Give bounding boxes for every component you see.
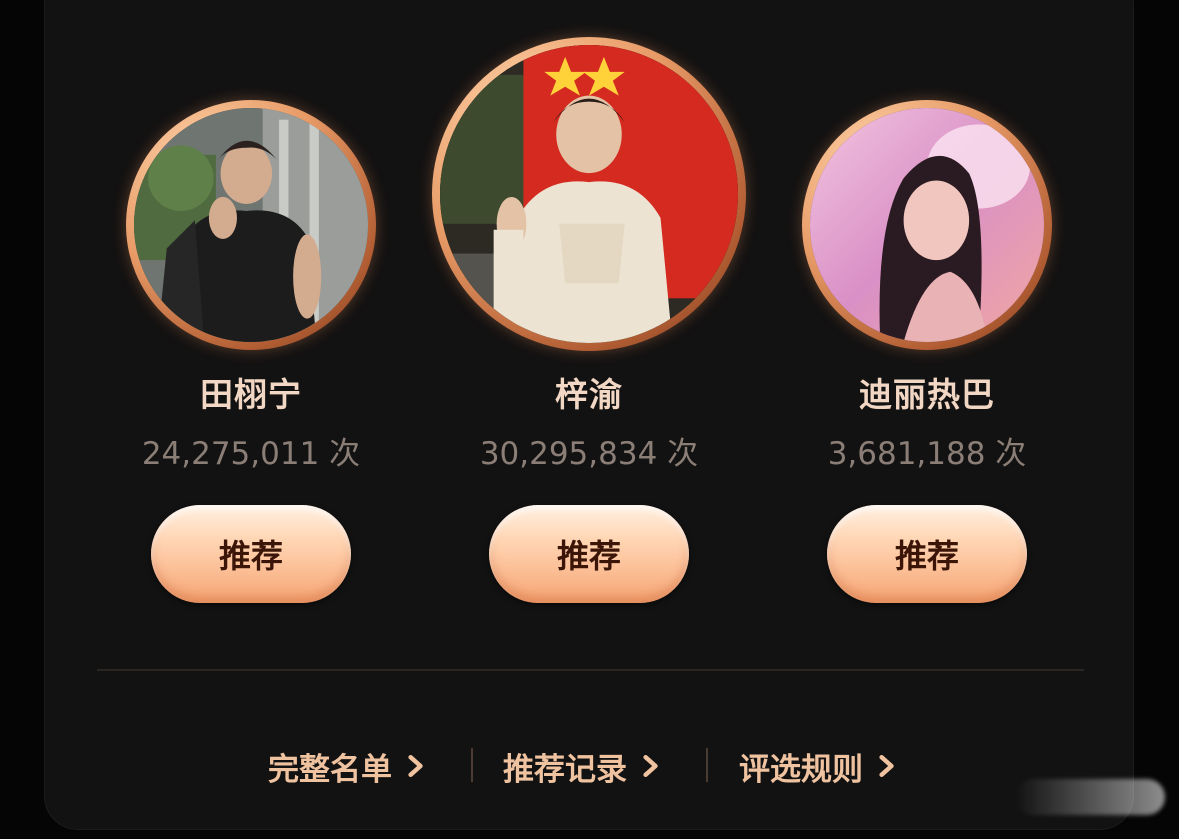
rules-label: 评选规则 bbox=[739, 751, 863, 788]
recommend-button-3[interactable]: 推荐 bbox=[827, 505, 1027, 603]
watermark-overlay bbox=[1015, 779, 1165, 815]
nominee-name-2: 梓渝 bbox=[555, 375, 623, 414]
recommend-history-label: 推荐记录 bbox=[503, 751, 627, 788]
full-list-link[interactable]: 完整名单 bbox=[268, 740, 426, 792]
footer-separator-2 bbox=[706, 748, 708, 782]
avatar-2[interactable] bbox=[432, 37, 746, 351]
avatar-1[interactable] bbox=[126, 100, 376, 350]
footer-separator-1 bbox=[471, 748, 473, 782]
nominee-count-2: 30,295,834 次 bbox=[479, 436, 699, 472]
avatar-image-2 bbox=[440, 45, 738, 343]
full-list-label: 完整名单 bbox=[268, 751, 392, 788]
nominee-count-1: 24,275,011 次 bbox=[141, 436, 361, 472]
avatar-photo-2 bbox=[440, 45, 738, 343]
nominee-name-1: 田栩宁 bbox=[200, 375, 302, 414]
nominee-card-1: 田栩宁 24,275,011 次 推荐 bbox=[91, 0, 411, 620]
nominee-card-2: 梓渝 30,295,834 次 推荐 bbox=[429, 0, 749, 620]
nominee-card-3: 迪丽热巴 3,681,188 次 推荐 bbox=[767, 0, 1087, 620]
recommend-button-1[interactable]: 推荐 bbox=[151, 505, 351, 603]
avatar-photo-1 bbox=[134, 108, 368, 342]
chevron-right-icon bbox=[408, 755, 423, 777]
chevron-right-icon bbox=[879, 755, 894, 777]
recommend-button-2[interactable]: 推荐 bbox=[489, 505, 689, 603]
avatar-photo-3 bbox=[810, 108, 1044, 342]
avatar-3[interactable] bbox=[802, 100, 1052, 350]
rules-link[interactable]: 评选规则 bbox=[739, 740, 897, 792]
avatar-image-3 bbox=[810, 108, 1044, 342]
nominee-name-3: 迪丽热巴 bbox=[859, 375, 995, 414]
recommend-history-link[interactable]: 推荐记录 bbox=[503, 740, 661, 792]
chevron-right-icon bbox=[643, 755, 658, 777]
nominee-count-3: 3,681,188 次 bbox=[827, 436, 1027, 472]
section-divider bbox=[97, 669, 1084, 671]
avatar-image-1 bbox=[134, 108, 368, 342]
